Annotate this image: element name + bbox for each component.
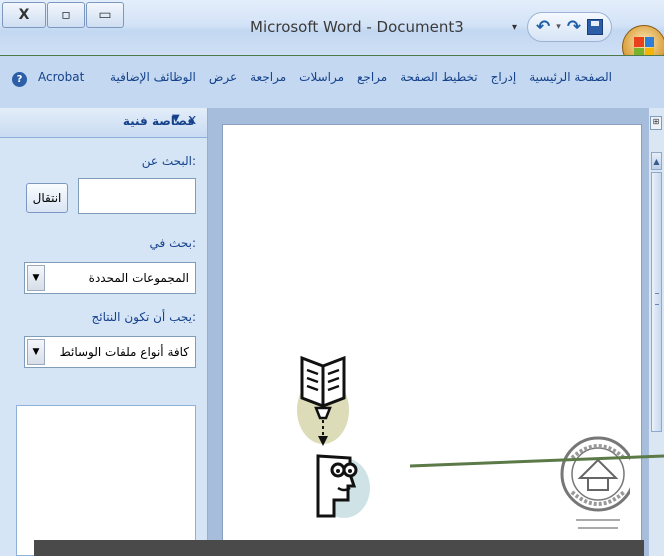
tab-page-layout[interactable]: تخطيط الصفحة <box>400 70 477 84</box>
help-icon[interactable]: ? <box>12 72 27 87</box>
view-ruler-icon[interactable]: ⊞ <box>650 116 662 130</box>
restore-button[interactable]: ▫ <box>47 2 85 28</box>
window-controls: X ▫ ▭ <box>2 2 125 30</box>
office-logo-icon <box>634 37 654 57</box>
save-icon[interactable] <box>587 19 604 35</box>
results-type-select[interactable]: ▼ كافة أنواع ملفات الوسائط <box>24 336 196 368</box>
redo-icon[interactable]: ↷ <box>567 17 581 37</box>
chevron-down-icon[interactable]: ▼ <box>27 265 45 291</box>
tab-view[interactable]: عرض <box>209 70 237 84</box>
book-bulb-clipart[interactable] <box>296 350 350 450</box>
close-button[interactable]: X <box>2 2 46 28</box>
results-type-value: كافة أنواع ملفات الوسائط <box>59 345 189 359</box>
tab-insert[interactable]: إدراج <box>491 70 517 84</box>
search-for-label: البحث عن: <box>141 154 196 168</box>
task-pane-title: قصاصة فنية <box>122 114 195 128</box>
tab-references[interactable]: مراجع <box>357 70 387 84</box>
university-seal-image <box>560 436 630 529</box>
ribbon-tabs-bar: الصفحة الرئيسية إدراج تخطيط الصفحة مراجع… <box>0 56 664 102</box>
customize-qat-dropdown[interactable]: ▾ <box>512 22 517 33</box>
face-clipart[interactable] <box>310 440 370 540</box>
ribbon-tabs: الصفحة الرئيسية إدراج تخطيط الصفحة مراجع… <box>110 70 612 84</box>
search-in-select[interactable]: ▼ المجموعات المحددة <box>24 262 196 294</box>
tab-mailings[interactable]: مراسلات <box>299 70 344 84</box>
tab-review[interactable]: مراجعة <box>250 70 286 84</box>
task-pane-header: x ▼ قصاصة فنية <box>0 108 207 138</box>
undo-icon[interactable]: ↶ <box>536 17 550 37</box>
window-title: Microsoft Word - Document3 <box>250 18 464 36</box>
vertical-scrollbar[interactable]: ▲ <box>648 108 664 556</box>
undo-dropdown-icon[interactable]: ▾ <box>556 22 561 32</box>
page-bottom-shadow <box>34 540 644 556</box>
go-button[interactable]: انتقال <box>26 183 68 213</box>
search-in-value: المجموعات المحددة <box>88 271 189 285</box>
grip-icon <box>655 293 659 305</box>
tab-home[interactable]: الصفحة الرئيسية <box>529 70 612 84</box>
minimize-button[interactable]: ▭ <box>86 2 124 28</box>
chevron-down-icon[interactable]: ▼ <box>27 339 45 365</box>
search-input[interactable] <box>78 178 196 214</box>
scroll-thumb[interactable] <box>651 172 662 432</box>
title-bar: X ▫ ▭ Microsoft Word - Document3 ▾ ↶ ▾ ↷ <box>0 0 664 69</box>
search-in-label: بحث في: <box>149 236 196 250</box>
results-list[interactable] <box>16 405 196 556</box>
quick-access-toolbar: ▾ ↶ ▾ ↷ <box>512 12 613 42</box>
results-should-be-label: يجب أن تكون النتائج: <box>91 310 196 324</box>
tab-acrobat[interactable]: Acrobat <box>38 70 84 84</box>
scroll-up-icon[interactable]: ▲ <box>651 152 662 170</box>
tab-add-ins[interactable]: الوظائف الإضافية <box>110 70 196 84</box>
qat-buttons: ↶ ▾ ↷ <box>527 12 613 42</box>
